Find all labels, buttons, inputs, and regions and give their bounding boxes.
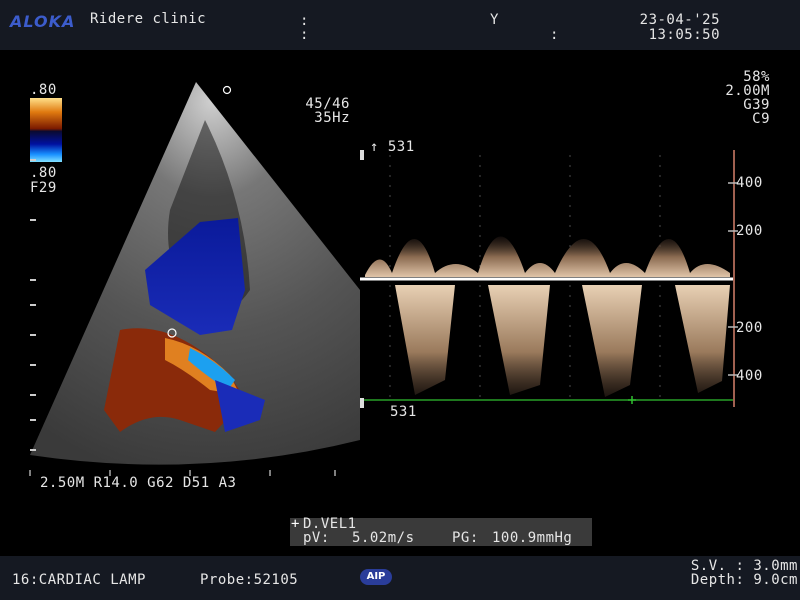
sex-label: Y — [490, 12, 499, 28]
depth-setting: Depth: 9.0cm — [690, 572, 798, 588]
spectral-velocity-top: ↑ 531 — [370, 139, 415, 155]
velocity-tick-200-top: 200 — [736, 223, 763, 239]
peak-velocity-label: pV: — [303, 530, 330, 546]
image-parameters: 2.50M R14.0 G62 D51 A3 — [40, 475, 237, 491]
c-setting: C9 — [752, 111, 770, 127]
spectral-velocity-bottom: 531 — [390, 404, 417, 420]
spectral-doppler-trace — [360, 150, 738, 408]
velocity-tick-400-bottom: 400 — [736, 368, 763, 384]
peak-velocity-value: 5.02m/s — [352, 530, 415, 546]
measurement-plus-icon: + — [291, 516, 300, 532]
exam-date: 23-04-'25 — [639, 12, 720, 28]
pressure-gradient-label: PG: — [452, 530, 479, 546]
aip-badge: AIP — [360, 569, 392, 585]
exam-time: 13:05:50 — [648, 27, 720, 43]
brand-logo: ALOKA — [10, 12, 76, 31]
probe-id: Probe:52105 — [200, 572, 299, 588]
velocity-tick-400-top: 400 — [736, 175, 763, 191]
preset-name: 16:CARDIAC LAMP — [12, 572, 146, 588]
velocity-tick-200-bottom: 200 — [736, 320, 763, 336]
age-colon: : — [550, 27, 559, 43]
clinic-name: Ridere clinic — [90, 11, 207, 27]
patient-name-colon: : — [300, 27, 309, 43]
echo-sector-image — [29, 82, 360, 476]
pressure-gradient-value: 100.9mmHg — [492, 530, 573, 546]
